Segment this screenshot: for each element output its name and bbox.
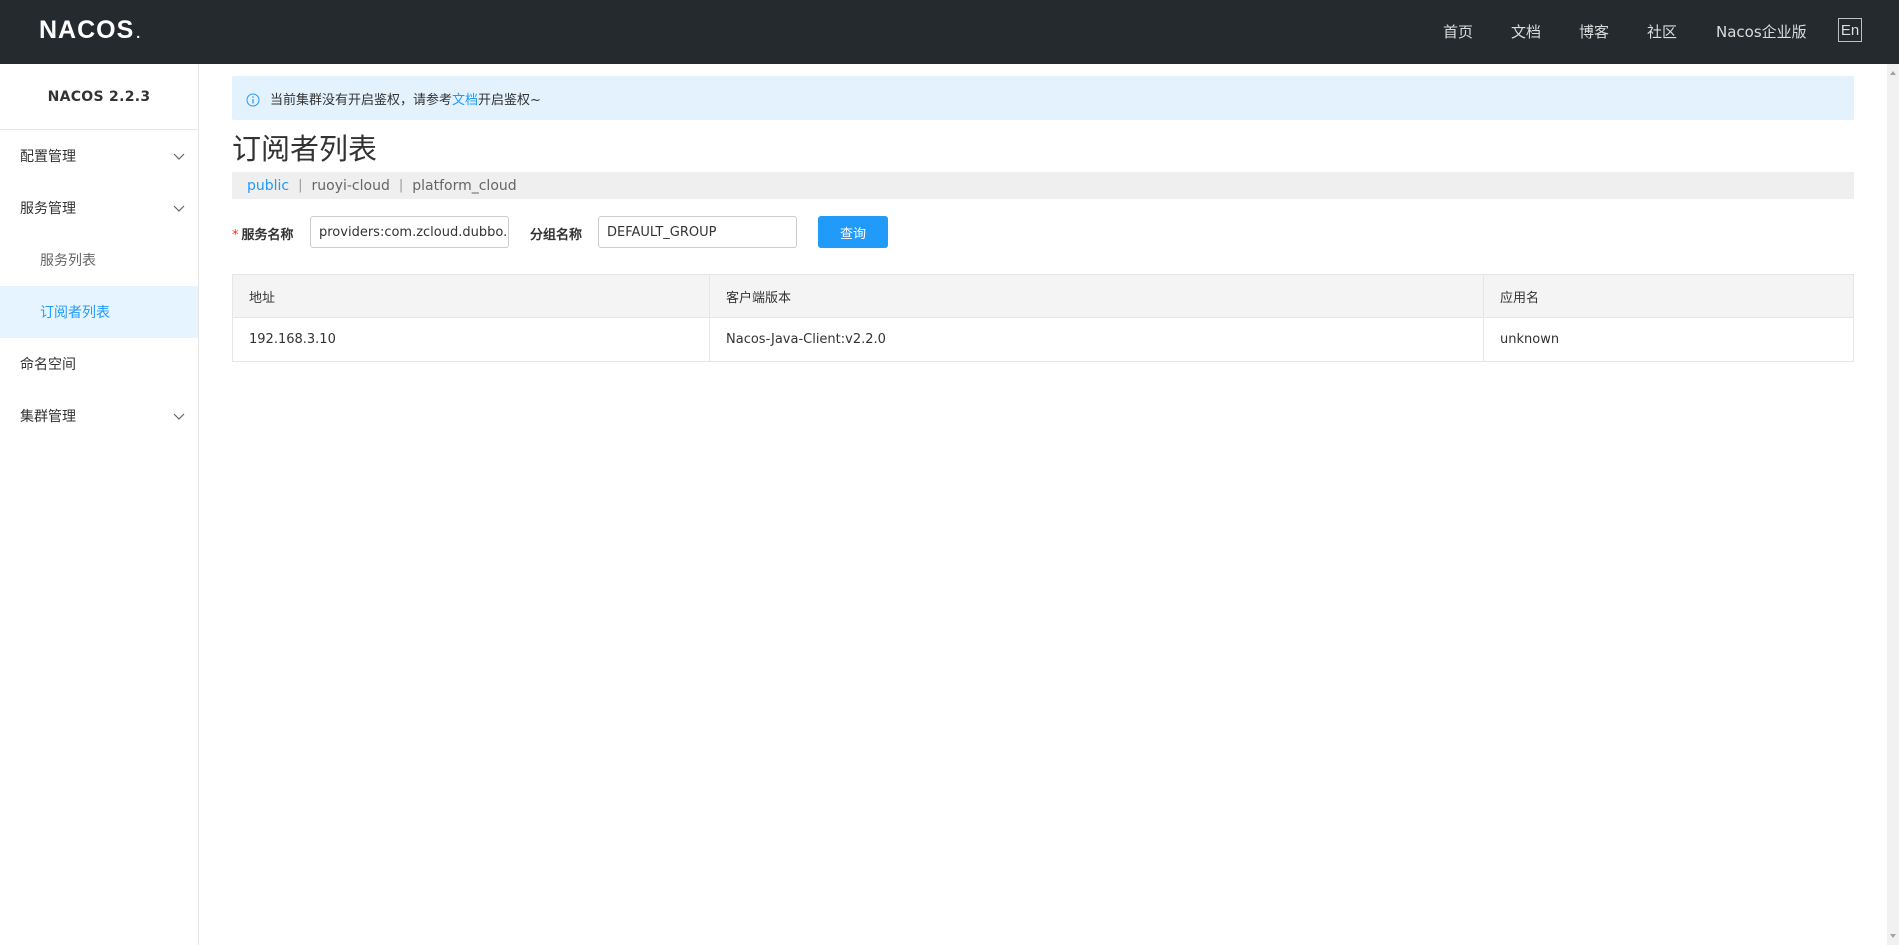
nav-enterprise[interactable]: Nacos企业版: [1716, 21, 1807, 42]
column-header-client-version: 客户端版本: [710, 275, 1484, 317]
group-name-label: 分组名称: [530, 228, 583, 243]
cell-address: 192.168.3.10: [233, 318, 710, 361]
docs-link[interactable]: 文档: [452, 89, 478, 108]
page-title: 订阅者列表: [232, 132, 378, 166]
logo-dot: .: [136, 25, 142, 41]
table-row: 192.168.3.10 Nacos-Java-Client:v2.2.0 un…: [233, 318, 1853, 361]
info-icon: [246, 93, 260, 106]
nacos-logo[interactable]: NACOS .: [39, 15, 141, 45]
cell-client-version: Nacos-Java-Client:v2.2.0: [710, 318, 1484, 361]
sidebar-item-config-management[interactable]: 配置管理: [0, 130, 198, 182]
chevron-down-icon: [173, 413, 185, 420]
scroll-down-icon[interactable]: [1890, 933, 1896, 939]
vertical-scrollbar[interactable]: [1887, 64, 1899, 945]
column-header-app-name: 应用名: [1500, 290, 1540, 306]
required-mark: *: [232, 228, 239, 243]
namespace-bar: public | ruoyi-cloud | platform_cloud: [232, 172, 1854, 199]
sidebar-item-namespace[interactable]: 命名空间: [0, 338, 198, 390]
top-navbar: NACOS . 首页 文档 博客 社区 Nacos企业版 En: [0, 0, 1899, 64]
language-switch-button[interactable]: En: [1838, 18, 1862, 42]
chevron-down-icon: [173, 153, 185, 160]
nav-blog[interactable]: 博客: [1579, 21, 1609, 42]
sidebar-item-label: 订阅者列表: [40, 305, 110, 321]
chevron-down-icon: [173, 205, 185, 212]
sidebar-item-cluster-management[interactable]: 集群管理: [0, 390, 198, 442]
column-header-address: 地址: [233, 275, 710, 317]
subscriber-table: 地址 客户端版本 应用名 192.168.3.10 Nacos-Java-Cli…: [232, 274, 1854, 362]
version-label: NACOS 2.2.3: [0, 64, 198, 130]
namespace-ruoyi-cloud[interactable]: ruoyi-cloud: [312, 178, 390, 194]
alert-text: 当前集群没有开启鉴权，请参考: [270, 92, 453, 108]
sidebar-item-label: 服务管理: [20, 201, 76, 217]
sidebar-item-subscriber-list[interactable]: 订阅者列表: [0, 286, 198, 338]
nav-community[interactable]: 社区: [1647, 21, 1677, 42]
logo-text: NACOS: [39, 15, 135, 44]
sidebar-item-service-list[interactable]: 服务列表: [0, 234, 198, 286]
table-header: 地址 客户端版本 应用名: [233, 275, 1853, 318]
service-name-label: * 服务名称: [232, 228, 294, 243]
sidebar-item-label: 命名空间: [20, 357, 76, 373]
cell-app-name: unknown: [1500, 332, 1560, 347]
sidebar-item-label: 服务列表: [40, 253, 96, 269]
namespace-platform-cloud[interactable]: platform_cloud: [412, 178, 516, 194]
namespace-public[interactable]: public: [247, 178, 289, 194]
sidebar-item-service-management[interactable]: 服务管理: [0, 182, 198, 234]
nav-docs[interactable]: 文档: [1511, 21, 1541, 42]
service-name-input[interactable]: providers:com.zcloud.dubbo.s: [310, 216, 509, 248]
auth-warning-alert: 当前集群没有开启鉴权，请参考 文档 开启鉴权~: [232, 76, 1854, 120]
sidebar-item-label: 配置管理: [20, 149, 76, 165]
group-name-input[interactable]: DEFAULT_GROUP: [598, 216, 797, 248]
scroll-up-icon[interactable]: [1890, 70, 1896, 76]
sidebar-item-label: 集群管理: [20, 409, 76, 425]
query-button[interactable]: 查询: [818, 216, 888, 248]
namespace-separator: |: [298, 178, 303, 193]
namespace-separator: |: [398, 178, 404, 193]
nav-home[interactable]: 首页: [1443, 21, 1473, 42]
sidebar: NACOS 2.2.3 配置管理 服务管理 服务列表 订阅者列表 命名空间 集群…: [0, 64, 199, 945]
alert-text-suffix: 开启鉴权~: [478, 92, 541, 108]
